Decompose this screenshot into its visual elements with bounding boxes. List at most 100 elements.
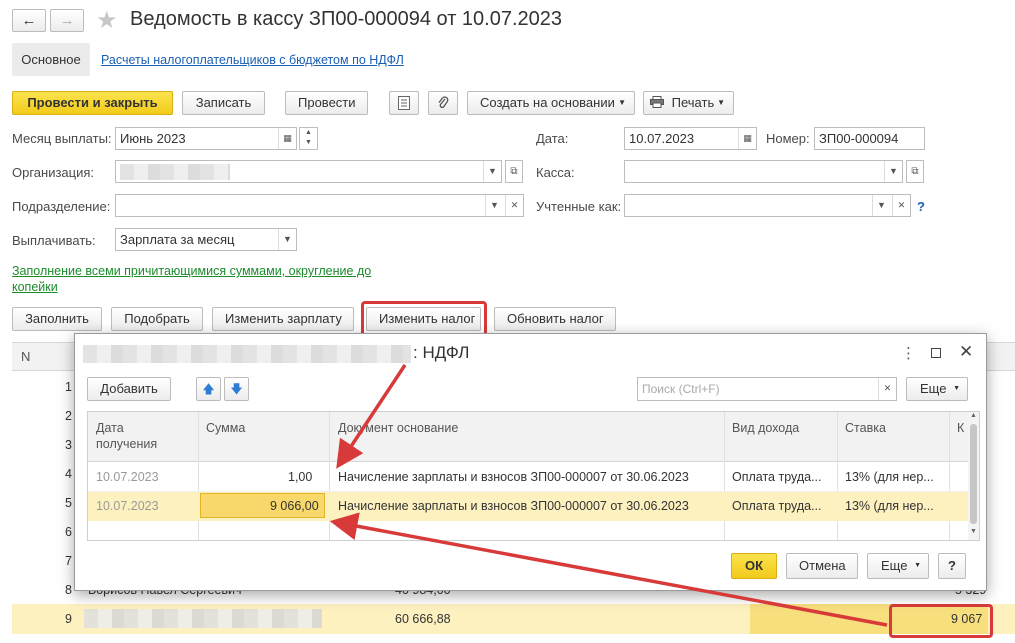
add-button[interactable]: Добавить	[87, 377, 171, 401]
chevron-down-icon: ▼	[914, 562, 921, 569]
chevron-down-icon[interactable]: ▼	[278, 229, 296, 250]
number-label: Номер:	[766, 131, 810, 146]
department-field[interactable]: ▼ ✕	[115, 194, 524, 217]
chevron-down-icon: ▼	[717, 98, 725, 107]
cancel-button[interactable]: Отмена	[786, 553, 858, 579]
more-icon[interactable]: ⋮	[901, 344, 916, 362]
arrow-right-icon: →	[59, 12, 75, 29]
favorite-star-icon[interactable]: ★	[96, 6, 118, 35]
clear-icon[interactable]: ✕	[892, 195, 910, 216]
pay-label: Выплачивать:	[12, 233, 96, 248]
cash-field[interactable]: ▼	[624, 160, 903, 183]
footer-more-button[interactable]: Еще ▼	[867, 553, 929, 579]
stepper-up-icon[interactable]: ▲	[300, 128, 317, 138]
column-header-document[interactable]: Документ основание	[338, 420, 458, 436]
department-label: Подразделение:	[12, 199, 111, 214]
column-header-date[interactable]: Дата получения	[96, 420, 176, 452]
more-button[interactable]: Еще ▼	[906, 377, 968, 401]
page-title: Ведомость в кассу ЗП00-000094 от 10.07.2…	[130, 8, 563, 30]
arrow-down-icon: 🡇	[230, 382, 243, 396]
table-row-number[interactable]: 4	[12, 467, 72, 481]
change-salary-button[interactable]: Изменить зарплату	[212, 307, 354, 331]
pick-button[interactable]: Подобрать	[111, 307, 203, 331]
close-icon[interactable]: ✕	[959, 342, 973, 362]
tab-ndfl-link[interactable]: Расчеты налогоплательщиков с бюджетом по…	[101, 53, 404, 67]
more-label: Еще	[881, 558, 908, 573]
number-field[interactable]: ЗП00-000094	[814, 127, 925, 150]
stepper-down-icon[interactable]: ▼	[300, 138, 317, 148]
dialog-title: : НДФЛ	[413, 343, 470, 362]
organization-field[interactable]: ▼	[115, 160, 502, 183]
chevron-down-icon[interactable]: ▼	[872, 195, 890, 216]
row-rate: 13% (для нер...	[845, 470, 934, 484]
clear-icon[interactable]: ✕	[878, 378, 896, 400]
list-icon	[398, 96, 410, 110]
create-based-on-button[interactable]: Создать на основании ▼	[467, 91, 635, 115]
vertical-scrollbar[interactable]: ▲ ▼	[968, 412, 979, 540]
redacted-name	[84, 609, 322, 628]
ok-button[interactable]: ОК	[731, 553, 777, 579]
maximize-icon[interactable]	[931, 348, 941, 358]
column-header-rate[interactable]: Ставка	[845, 420, 886, 436]
update-tax-button[interactable]: Обновить налог	[494, 307, 616, 331]
create-based-on-label: Создать на основании	[480, 95, 615, 110]
open-organization-button[interactable]: ⧉	[505, 160, 523, 183]
table-row-number[interactable]: 3	[12, 438, 72, 452]
attach-button[interactable]	[428, 91, 458, 115]
pay-select[interactable]: Зарплата за месяц ▼	[115, 228, 297, 251]
table-row-number[interactable]: 1	[12, 380, 72, 394]
chevron-down-icon[interactable]: ▼	[884, 161, 902, 182]
table-row-number[interactable]: 7	[12, 554, 72, 568]
month-value: Июнь 2023	[120, 131, 186, 146]
tab-main[interactable]: Основное	[12, 43, 90, 76]
scroll-up-icon[interactable]: ▲	[970, 412, 977, 419]
column-header-income-type[interactable]: Вид дохода	[732, 420, 799, 436]
accounted-as-field[interactable]: ▼ ✕	[624, 194, 911, 217]
open-cash-button[interactable]: ⧉	[906, 160, 924, 183]
calendar-icon[interactable]: ▦	[278, 128, 296, 149]
arrow-up-icon: 🡅	[202, 382, 215, 396]
row-rate: 13% (для нер...	[845, 499, 934, 513]
date-field[interactable]: 10.07.2023 ▦	[624, 127, 757, 150]
move-down-button[interactable]: 🡇	[224, 377, 249, 401]
help-link[interactable]: ?	[917, 199, 925, 214]
chevron-down-icon[interactable]: ▼	[485, 195, 503, 216]
print-button[interactable]: Печать ▼	[643, 91, 734, 115]
month-field[interactable]: Июнь 2023 ▦	[115, 127, 297, 150]
table-row-number[interactable]: 9	[12, 612, 72, 626]
ndfl-dialog: : НДФЛ ⋮ ✕ Добавить 🡅 🡇 Поиск (Ctrl+F) ✕…	[74, 333, 987, 591]
column-header-sum[interactable]: Сумма	[206, 420, 245, 436]
table-row-number[interactable]: 6	[12, 525, 72, 539]
save-button[interactable]: Записать	[182, 91, 265, 115]
row-date: 10.07.2023	[96, 499, 159, 513]
chevron-down-icon[interactable]: ▼	[483, 161, 501, 182]
paperclip-icon	[438, 96, 449, 109]
highlight-change-tax	[361, 301, 487, 337]
back-button[interactable]: ←	[12, 9, 46, 32]
forward-button[interactable]: →	[50, 9, 84, 32]
organization-label: Организация:	[12, 165, 95, 180]
row-sum: 9 066,00	[270, 499, 319, 513]
table-row-number[interactable]: 5	[12, 496, 72, 510]
row-document: Начисление зарплаты и взносов ЗП00-00000…	[338, 499, 689, 513]
help-button[interactable]: ?	[938, 553, 966, 579]
post-button[interactable]: Провести	[285, 91, 368, 115]
row-document: Начисление зарплаты и взносов ЗП00-00000…	[338, 470, 689, 484]
search-input[interactable]: Поиск (Ctrl+F) ✕	[637, 377, 897, 401]
fill-button[interactable]: Заполнить	[12, 307, 102, 331]
ndfl-grid: Дата получения Сумма Документ основание …	[87, 411, 980, 541]
printer-icon	[650, 96, 664, 108]
table-row-number[interactable]: 8	[12, 583, 72, 597]
month-stepper[interactable]: ▲ ▼	[299, 127, 318, 150]
post-and-close-button[interactable]: Провести и закрыть	[12, 91, 173, 115]
scroll-down-icon[interactable]: ▼	[970, 528, 977, 535]
scroll-thumb[interactable]	[970, 424, 977, 524]
fill-mode-link[interactable]: Заполнение всеми причитающимися суммами,…	[12, 263, 412, 295]
table-row-number[interactable]: 2	[12, 409, 72, 423]
column-header-k[interactable]: К	[957, 420, 964, 436]
calendar-icon[interactable]: ▦	[738, 128, 756, 149]
list-button[interactable]	[389, 91, 419, 115]
move-up-button[interactable]: 🡅	[196, 377, 221, 401]
month-label: Месяц выплаты:	[12, 131, 112, 146]
clear-icon[interactable]: ✕	[505, 195, 523, 216]
